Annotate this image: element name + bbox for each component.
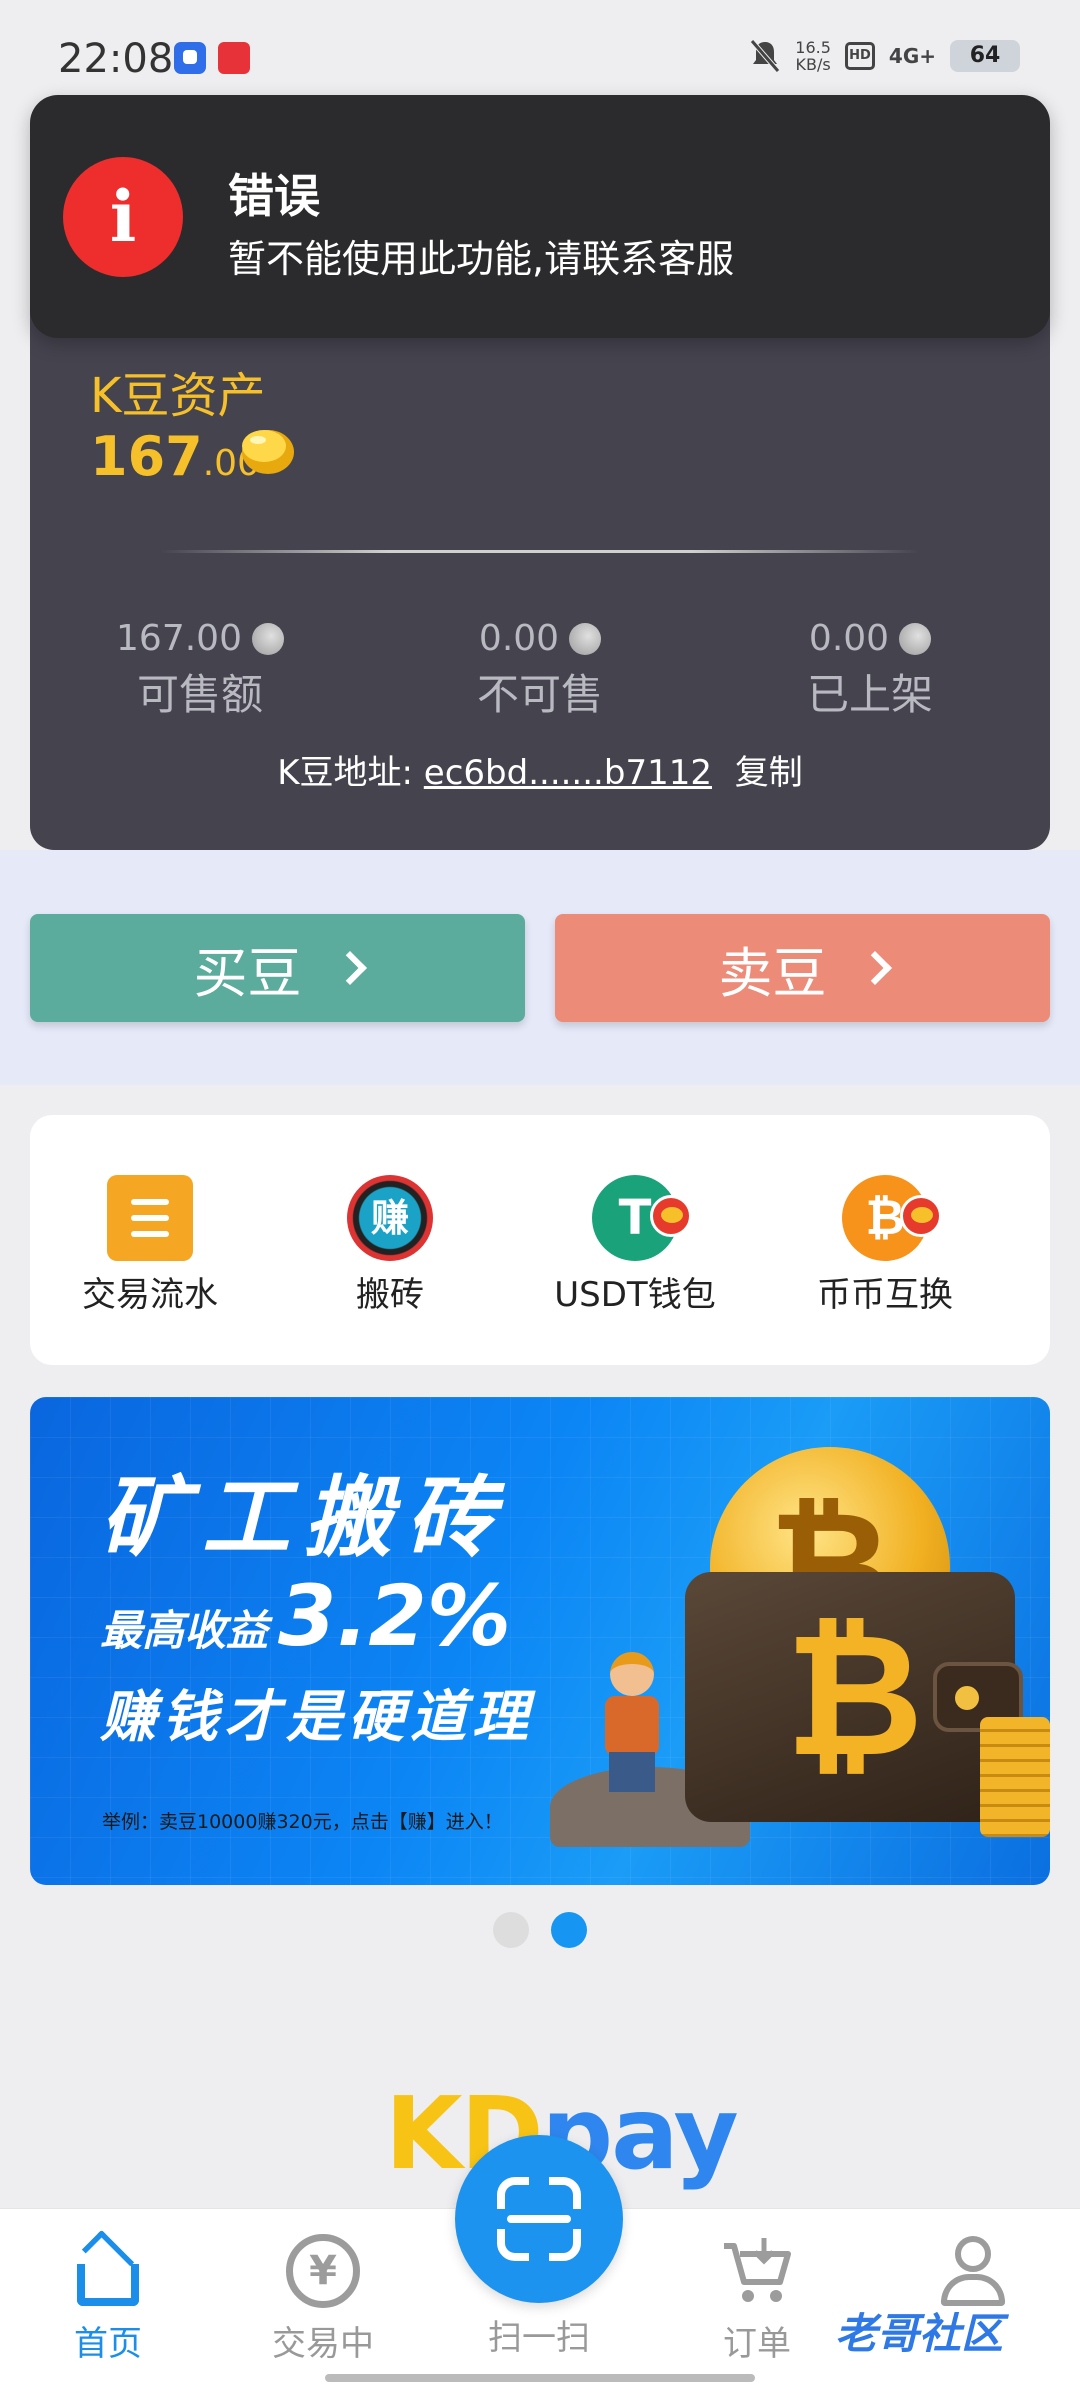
buy-label: 买豆 <box>193 941 302 1005</box>
bean-badge-icon <box>650 1195 692 1237</box>
address-row: K豆地址: ec6bd.......b7112 复制 <box>30 745 1050 794</box>
stat-value: 0.00 <box>478 618 560 659</box>
toast-title: 错误 <box>228 169 320 223</box>
nav-orders[interactable]: 订单 <box>677 2234 837 2365</box>
app-notification-icon-2 <box>218 42 250 74</box>
bitcoin-glyph: ₿ <box>865 1190 905 1246</box>
gold-bean-icon <box>234 422 296 480</box>
asset-title: K豆资产 <box>90 368 266 424</box>
info-icon: i <box>63 157 183 277</box>
miner-illustration <box>595 1652 665 1792</box>
nav-label: 订单 <box>723 2324 791 2364</box>
user-icon <box>935 2234 1009 2308</box>
bitcoin-icon: ₿ <box>842 1175 942 1261</box>
stat-value: 167.00 <box>116 618 242 659</box>
banner-yield-value: 3.2% <box>278 1567 511 1665</box>
nav-label: 首页 <box>74 2324 142 2364</box>
banner-yield-prefix: 最高收益 <box>100 1606 269 1655</box>
chevron-right-icon <box>857 951 892 985</box>
nav-home[interactable]: 首页 <box>28 2229 188 2365</box>
scan-label[interactable]: 扫一扫 <box>455 2310 623 2359</box>
chevron-right-icon <box>332 951 367 985</box>
bean-icon <box>899 622 932 655</box>
stat-listed: 0.00 已上架 <box>760 618 980 722</box>
cart-icon <box>720 2234 794 2308</box>
bean-icon <box>569 622 602 655</box>
list-icon <box>107 1175 193 1261</box>
battery-icon: 64 <box>950 40 1020 72</box>
copy-button[interactable]: 复制 <box>735 753 803 793</box>
nav-trading[interactable]: ¥ 交易中 <box>243 2234 403 2365</box>
buy-button[interactable]: 买豆 <box>30 914 525 1022</box>
stat-value: 0.00 <box>808 618 890 659</box>
address-value[interactable]: ec6bd.......b7112 <box>424 753 712 793</box>
carousel-indicator <box>0 1912 1080 1948</box>
menu-label: 交易流水 <box>82 1275 218 1315</box>
promo-banner[interactable]: 矿工搬砖 最高收益 3.2% 赚钱才是硬道理 举例：卖豆10000赚320元，点… <box>30 1397 1050 1885</box>
banner-slogan: 赚钱才是硬道理 <box>100 1685 534 1750</box>
stat-unsellable: 0.00 不可售 <box>430 618 650 722</box>
bean-badge-icon <box>900 1195 942 1237</box>
toast-message: 暂不能使用此功能,请联系客服 <box>228 237 735 281</box>
stat-label: 可售额 <box>136 670 263 719</box>
status-time: 22:08 <box>58 36 174 82</box>
net-speed-unit: KB/s <box>795 55 831 74</box>
usdt-glyph: T <box>618 1190 652 1246</box>
menu-item-coin-swap[interactable]: ₿ 币币互换 <box>765 1175 1005 1316</box>
sell-label: 卖豆 <box>718 941 827 1005</box>
menu-label: USDT钱包 <box>554 1275 716 1315</box>
menu-item-earn[interactable]: 赚 搬砖 <box>270 1175 510 1316</box>
home-indicator[interactable] <box>325 2374 755 2382</box>
asset-card: K豆资产 167.00 167.00 可售额 0.00 不可售 0.00 已上架… <box>30 250 1050 850</box>
wallet-icon: ₿ <box>685 1572 1023 1822</box>
trade-actions: 买豆 卖豆 <box>0 850 1080 1085</box>
earn-icon: 赚 <box>347 1175 433 1261</box>
bean-icon <box>251 622 284 655</box>
net-speed: 16.5 KB/s <box>795 39 831 73</box>
stat-label: 不可售 <box>476 670 603 719</box>
trade-icon: ¥ <box>286 2234 360 2308</box>
error-toast: i 错误 暂不能使用此功能,请联系客服 <box>30 95 1050 338</box>
menu-item-transactions[interactable]: 交易流水 <box>30 1175 270 1316</box>
banner-note: 举例：卖豆10000赚320元，点击【赚】进入！ <box>102 1811 503 1833</box>
menu-label: 搬砖 <box>356 1275 424 1315</box>
stat-sellable: 167.00 可售额 <box>80 618 320 722</box>
quick-menu: 交易流水 赚 搬砖 T USDT钱包 ₿ 币币互换 <box>30 1115 1050 1365</box>
sell-button[interactable]: 卖豆 <box>555 914 1050 1022</box>
status-bar: 22:08 16.5 KB/s HD 4G+ 64 <box>0 0 1080 110</box>
app-notification-icon <box>174 42 206 74</box>
carousel-dot[interactable] <box>493 1912 529 1948</box>
usdt-icon: T <box>592 1175 692 1261</box>
hd-icon: HD <box>844 42 875 70</box>
scan-button[interactable] <box>455 2135 623 2303</box>
address-label: K豆地址: <box>277 753 413 793</box>
mute-icon <box>749 38 781 74</box>
banner-headline: 矿工搬砖 <box>100 1466 509 1569</box>
menu-item-usdt-wallet[interactable]: T USDT钱包 <box>515 1175 755 1316</box>
net-speed-value: 16.5 <box>795 38 831 57</box>
carousel-dot-active[interactable] <box>551 1912 587 1948</box>
divider <box>160 550 920 553</box>
status-indicators: 16.5 KB/s HD 4G+ 64 <box>749 38 1020 74</box>
stat-label: 已上架 <box>806 670 933 719</box>
signal-icon: 4G+ <box>888 44 936 68</box>
watermark: 老哥社区 <box>835 2309 1004 2358</box>
nav-profile[interactable] <box>892 2234 1052 2308</box>
nav-label: 交易中 <box>272 2324 374 2364</box>
home-icon <box>71 2229 145 2308</box>
coin-stack-icon <box>980 1717 1050 1837</box>
menu-label: 币币互换 <box>817 1275 953 1315</box>
asset-amount-int: 167 <box>90 425 203 488</box>
banner-yield: 最高收益 3.2% <box>100 1567 511 1665</box>
